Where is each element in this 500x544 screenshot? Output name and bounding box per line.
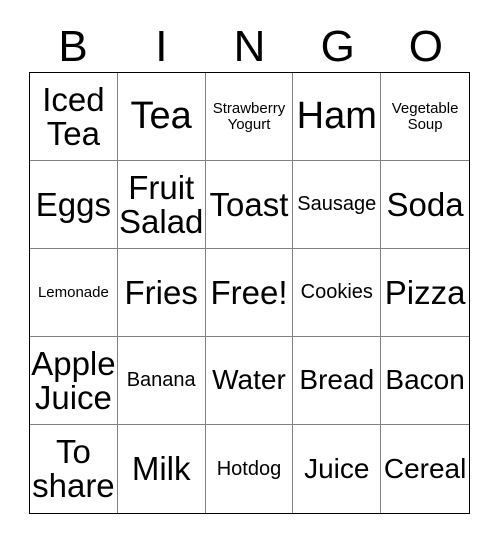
bingo-card: B I N G O Iced Tea Tea Strawberry Yogurt Ham Veg… [0,0,500,544]
bingo-header-letter-i: I [155,22,168,71]
bingo-cell[interactable]: Banana [117,337,206,425]
bingo-cell[interactable]: Bread [293,337,382,425]
bingo-cell-label: Eggs [35,185,111,223]
bingo-cell-label: Free! [210,273,288,311]
bingo-cell[interactable]: Pizza [381,249,469,337]
bingo-cell[interactable]: Hotdog [205,425,294,513]
bingo-cell-label: Cookies [300,281,373,304]
bingo-header-letter-o: O [408,22,444,71]
bingo-cell[interactable]: Fruit Salad [117,161,206,249]
bingo-cell-label: Toast [209,185,289,223]
bingo-cell[interactable]: Apple Juice [30,337,118,425]
bingo-cell-label: Iced Tea [42,80,105,152]
bingo-cell-label: Fruit Salad [119,168,204,240]
bingo-cell[interactable]: Milk [117,425,206,513]
bingo-cell[interactable]: Vegetable Soup [381,73,469,161]
bingo-cell[interactable]: Iced Tea [30,73,118,161]
bingo-cell[interactable]: Lemonade [30,249,118,337]
bingo-cell[interactable]: Bacon [381,337,469,425]
bingo-header-letter-n: N [233,22,266,71]
bingo-cell-label: Juice [304,452,370,484]
bingo-cell[interactable]: Water [205,337,294,425]
bingo-cell-label: Cereal [383,452,467,484]
bingo-cell[interactable]: Cereal [381,425,469,513]
bingo-cell-label: Vegetable Soup [391,100,459,133]
bingo-header-letter-g: G [320,22,355,71]
bingo-cell-label: Fries [124,273,198,311]
bingo-cell[interactable]: Toast [205,161,294,249]
bingo-cell-label: To share [32,433,115,504]
bingo-cell-label: Tea [130,95,192,138]
bingo-free-space[interactable]: Free! [205,249,294,337]
bingo-cell[interactable]: Tea [117,73,206,161]
bingo-cell-label: Pizza [384,273,466,311]
bingo-cell[interactable]: Ham [293,73,382,161]
bingo-cell-label: Bread [299,364,375,396]
bingo-cell-label: Milk [131,450,191,488]
bingo-cell[interactable]: Juice [293,425,382,513]
bingo-cell[interactable]: Sausage [293,161,382,249]
bingo-cell-label: Sausage [297,193,377,216]
bingo-grid: Iced Tea Tea Strawberry Yogurt Ham Vegetable… [29,72,470,514]
bingo-cell-label: Bacon [385,364,465,396]
bingo-header: BINGO [29,22,470,72]
bingo-cell-label: Hotdog [216,457,282,480]
bingo-header-letter-b: B [58,22,88,71]
bingo-cell-label: Apple Juice [31,344,116,416]
bingo-cell[interactable]: Cookies [293,249,382,337]
bingo-cell-label: Banana [126,369,196,392]
bingo-cell[interactable]: To share [30,425,118,513]
bingo-cell-label: Lemonade [37,283,109,301]
bingo-cell[interactable]: Fries [117,249,206,337]
bingo-cell[interactable]: Strawberry Yogurt [205,73,294,161]
bingo-cell-label: Ham [296,95,377,138]
bingo-cell[interactable]: Soda [381,161,469,249]
bingo-cell-label: Water [212,364,286,396]
bingo-cell[interactable]: Eggs [30,161,118,249]
bingo-cell-label: Strawberry Yogurt [212,100,286,133]
bingo-cell-label: Soda [386,185,464,223]
